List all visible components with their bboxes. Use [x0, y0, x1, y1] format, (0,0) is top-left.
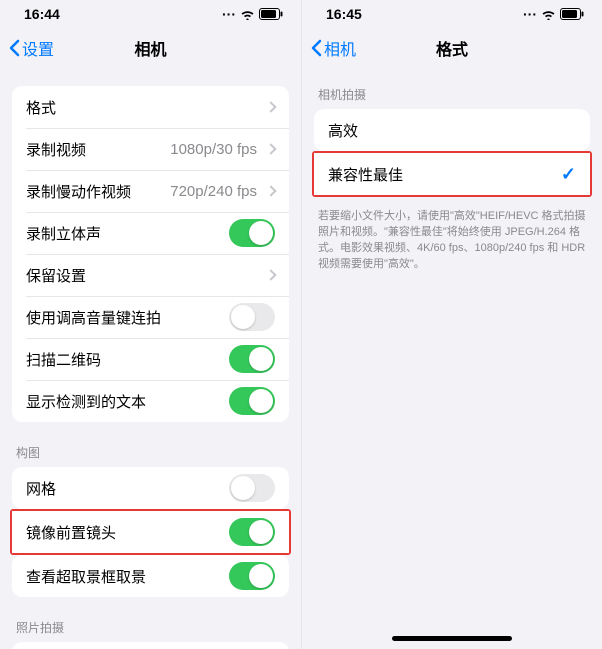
ellipsis-icon: ···: [523, 6, 537, 22]
ellipsis-icon: ···: [222, 6, 236, 22]
row-detail: 1080p/30 fps: [170, 141, 257, 158]
section-header-composition: 构图: [0, 444, 301, 467]
row-formats[interactable]: 格式: [12, 86, 289, 128]
row-label: 录制立体声: [26, 223, 229, 244]
chevron-right-icon: [265, 185, 276, 196]
back-label: 相机: [324, 36, 356, 60]
settings-group-composition: 网格: [12, 467, 289, 509]
row-photographic-styles[interactable]: 摄影风格: [12, 642, 289, 649]
row-mirror-front: 镜像前置镜头: [12, 511, 289, 553]
settings-group-formats: 高效: [314, 109, 590, 151]
row-scan-qr: 扫描二维码: [12, 338, 289, 380]
phone-formats-settings: 16:45 ··· 相机 格式 相机拍摄 高效 兼容性最佳 ✓: [301, 0, 602, 649]
section-footer-formats: 若要缩小文件大小，请使用"高效"HEIF/HEVC 格式拍摄照片和视频。"兼容性…: [302, 203, 602, 273]
section-header-photo-capture: 照片拍摄: [0, 619, 301, 642]
phone-camera-settings: 16:44 ··· 设置 相机 格式 录制视频 1080p/30 fps 录制慢: [0, 0, 301, 649]
battery-icon: [560, 8, 584, 20]
row-label: 查看超取景框取景: [26, 566, 229, 587]
back-label: 设置: [22, 36, 54, 60]
status-icons: ···: [222, 6, 283, 22]
switch-volume-burst[interactable]: [229, 303, 275, 331]
chevron-right-icon: [265, 143, 276, 154]
section-header-camera-capture: 相机拍摄: [302, 86, 602, 109]
row-detected-text: 显示检测到的文本: [12, 380, 289, 422]
back-button[interactable]: 设置: [8, 36, 54, 60]
row-view-outside-frame: 查看超取景框取景: [12, 555, 289, 597]
switch-detected-text[interactable]: [229, 387, 275, 415]
settings-group-main: 格式 录制视频 1080p/30 fps 录制慢动作视频 720p/240 fp…: [12, 86, 289, 422]
status-time: 16:45: [326, 6, 362, 22]
status-bar: 16:45 ···: [302, 0, 602, 28]
home-indicator[interactable]: [392, 636, 512, 641]
chevron-right-icon: [265, 269, 276, 280]
row-label: 使用调高音量键连拍: [26, 307, 229, 328]
row-label: 显示检测到的文本: [26, 391, 229, 412]
settings-group-photo-capture: 摄影风格: [12, 642, 289, 649]
content-scroll[interactable]: 格式 录制视频 1080p/30 fps 录制慢动作视频 720p/240 fp…: [0, 68, 301, 649]
row-label: 镜像前置镜头: [26, 522, 229, 543]
settings-group-composition-2: 查看超取景框取景: [12, 555, 289, 597]
row-most-compatible[interactable]: 兼容性最佳 ✓: [314, 153, 590, 195]
row-label: 保留设置: [26, 265, 263, 286]
chevron-left-icon: [310, 39, 322, 57]
nav-bar: 相机 格式: [302, 28, 602, 68]
checkmark-icon: ✓: [561, 164, 576, 185]
switch-mirror-front[interactable]: [229, 518, 275, 546]
status-icons: ···: [523, 6, 584, 22]
chevron-right-icon: [265, 101, 276, 112]
row-label: 扫描二维码: [26, 349, 229, 370]
row-label: 网格: [26, 478, 229, 499]
row-preserve-settings[interactable]: 保留设置: [12, 254, 289, 296]
row-record-video[interactable]: 录制视频 1080p/30 fps: [12, 128, 289, 170]
row-grid: 网格: [12, 467, 289, 509]
row-label: 兼容性最佳: [328, 164, 561, 185]
row-record-slomo[interactable]: 录制慢动作视频 720p/240 fps: [12, 170, 289, 212]
switch-scan-qr[interactable]: [229, 345, 275, 373]
battery-icon: [259, 8, 283, 20]
wifi-icon: [240, 9, 255, 20]
status-time: 16:44: [24, 6, 60, 22]
wifi-icon: [541, 9, 556, 20]
row-label: 格式: [26, 97, 263, 118]
row-label: 高效: [328, 120, 576, 141]
row-label: 录制慢动作视频: [26, 181, 170, 202]
switch-stereo-sound[interactable]: [229, 219, 275, 247]
content-scroll[interactable]: 相机拍摄 高效 兼容性最佳 ✓ 若要缩小文件大小，请使用"高效"HEIF/HEV…: [302, 68, 602, 649]
switch-grid[interactable]: [229, 474, 275, 502]
row-volume-burst: 使用调高音量键连拍: [12, 296, 289, 338]
highlight-inner: 镜像前置镜头: [12, 511, 289, 553]
nav-bar: 设置 相机: [0, 28, 301, 68]
status-bar: 16:44 ···: [0, 0, 301, 28]
row-detail: 720p/240 fps: [170, 183, 257, 200]
row-stereo-sound: 录制立体声: [12, 212, 289, 254]
highlight-inner: 兼容性最佳 ✓: [314, 153, 590, 195]
highlight-mirror-front: 镜像前置镜头: [10, 509, 291, 555]
chevron-left-icon: [8, 39, 20, 57]
back-button[interactable]: 相机: [310, 36, 356, 60]
highlight-most-compatible: 兼容性最佳 ✓: [312, 151, 592, 197]
row-high-efficiency[interactable]: 高效: [314, 109, 590, 151]
row-label: 录制视频: [26, 139, 170, 160]
switch-view-outside-frame[interactable]: [229, 562, 275, 590]
